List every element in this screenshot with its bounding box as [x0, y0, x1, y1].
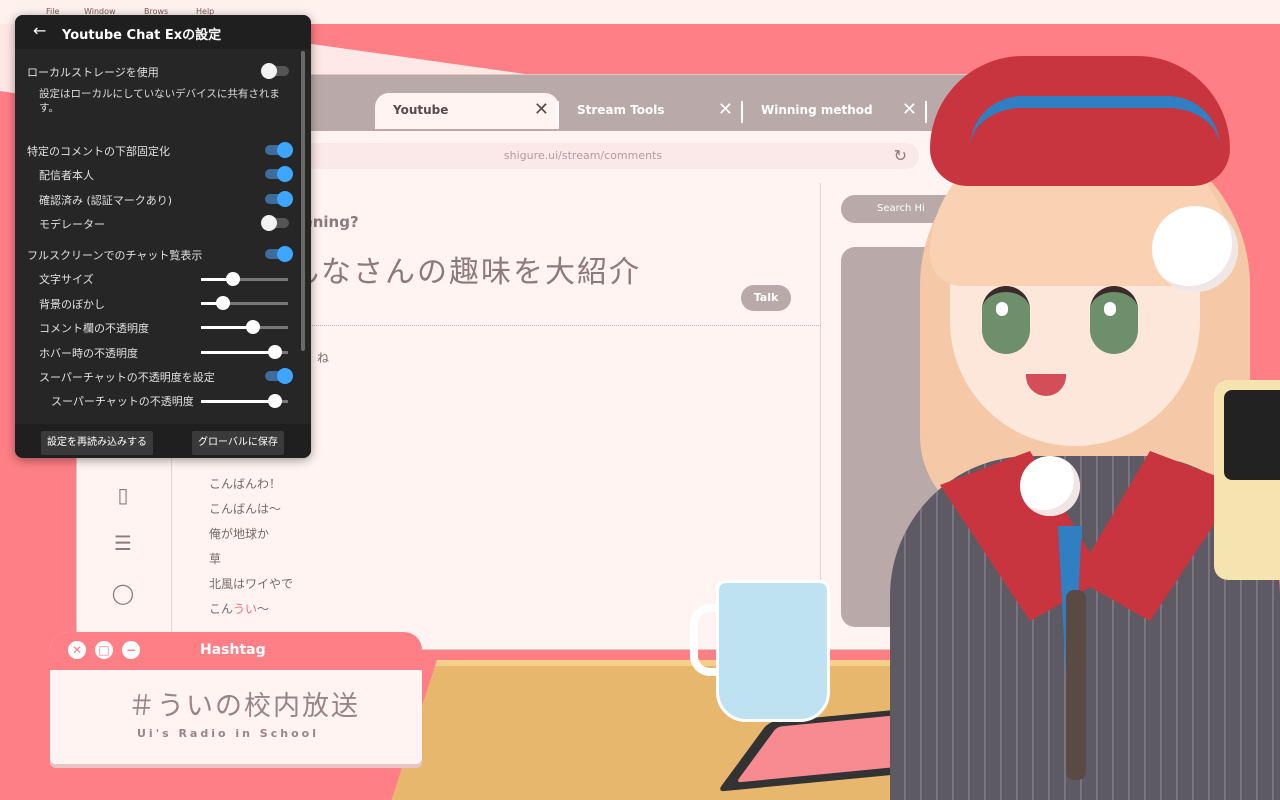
address-bar[interactable]: shigure.ui/stream/comments ↻	[247, 143, 919, 169]
local-storage-description: 設定はローカルにしていないデバイスに共有されます。	[39, 88, 280, 114]
settings-header: ← Youtube Chat Exの設定	[15, 15, 311, 49]
pin-moderator-toggle[interactable]	[261, 215, 289, 231]
superchat-opacity-set-toggle[interactable]	[265, 368, 293, 384]
minimize-icon[interactable]: −	[122, 641, 140, 659]
pin-verified-label: 確認済み (認証マークあり)	[39, 194, 173, 207]
comment-item: ね	[317, 351, 330, 365]
save-global-button[interactable]: グローバルに保存	[192, 431, 284, 455]
microphone-grille	[1224, 390, 1280, 480]
user-icon[interactable]: ◯	[111, 581, 135, 605]
document-icon[interactable]: ☰	[111, 531, 135, 555]
left-eye	[982, 286, 1030, 354]
collar-puff	[1020, 456, 1080, 516]
comment-item: こんうい～	[209, 602, 270, 616]
hashtag-subtitle: Ui's Radio in School	[137, 727, 319, 740]
hashtag-title: Hashtag	[200, 642, 266, 658]
settings-panel: ← Youtube Chat Exの設定 ローカルストレージを使用 設定はローカ…	[15, 15, 311, 458]
pin-comments-toggle[interactable]	[265, 142, 293, 158]
comment-item: 草	[209, 552, 222, 566]
local-storage-label: ローカルストレージを使用	[27, 66, 159, 79]
comment-opacity-slider[interactable]	[201, 320, 288, 334]
comment-item: 俺が地球か	[209, 527, 270, 541]
hover-opacity-label: ホバー時の不透明度	[39, 347, 138, 360]
superchat-opacity-label: スーパーチャットの不透明度	[51, 395, 194, 408]
bg-blur-slider[interactable]	[201, 296, 288, 310]
close-icon[interactable]: ✕	[68, 641, 86, 659]
back-arrow-icon[interactable]: ←	[33, 21, 46, 40]
tab-label: Winning method	[761, 103, 873, 117]
bg-blur-label: 背景のぼかし	[39, 298, 105, 311]
pin-moderator-label: モデレーター	[39, 218, 105, 231]
comment-item: こんばんわ！	[209, 477, 282, 491]
tab-stream-tools[interactable]: Stream Tools ✕	[559, 93, 743, 129]
close-icon[interactable]: ✕	[534, 99, 549, 120]
stream-title: みんなさんの趣味を大紹介	[257, 255, 641, 290]
comment-item: 北風はワイやで	[209, 577, 294, 591]
hashtag-titlebar: ✕ □ − Hashtag	[50, 632, 422, 670]
fullscreen-chat-label: フルスクリーンでのチャット覧表示	[27, 249, 203, 262]
hover-opacity-slider[interactable]	[201, 345, 288, 359]
coffee-mug	[716, 580, 830, 722]
font-size-label: 文字サイズ	[39, 273, 94, 286]
headband	[970, 96, 1220, 148]
hashtag-text: ＃ういの校内放送	[128, 691, 360, 722]
maximize-icon[interactable]: □	[95, 641, 113, 659]
hashtag-window: ✕ □ − Hashtag ＃ういの校内放送 Ui's Radio in Sch…	[50, 632, 422, 764]
fullscreen-chat-toggle[interactable]	[265, 246, 293, 262]
superchat-opacity-slider[interactable]	[201, 394, 288, 408]
superchat-opacity-set-label: スーパーチャットの不透明度を設定	[39, 371, 215, 384]
tab-label: Youtube	[393, 103, 449, 117]
local-storage-toggle[interactable]	[261, 63, 289, 79]
pin-comments-label: 特定のコメントの下部固定化	[27, 145, 170, 158]
settings-title: Youtube Chat Exの設定	[62, 28, 222, 43]
scrollbar[interactable]	[301, 51, 305, 351]
settings-footer: 設定を再読み込みする グローバルに保存	[15, 424, 311, 458]
pin-verified-toggle[interactable]	[265, 191, 293, 207]
comment-opacity-label: コメント欄の不透明度	[39, 322, 149, 335]
stylus-pen	[1066, 590, 1086, 780]
comment-item: こんばんは～	[209, 502, 282, 516]
close-icon[interactable]: ✕	[718, 99, 733, 120]
talk-button[interactable]: Talk	[741, 285, 791, 311]
tab-label: Stream Tools	[577, 103, 665, 117]
tab-youtube[interactable]: Youtube ✕	[375, 93, 559, 129]
earmuff-puff	[1152, 206, 1238, 292]
address-text: shigure.ui/stream/comments	[503, 149, 663, 162]
pin-owner-label: 配信者本人	[39, 169, 94, 182]
bookmark-icon[interactable]: ▯	[111, 483, 135, 507]
reload-settings-button[interactable]: 設定を再読み込みする	[41, 431, 153, 455]
font-size-slider[interactable]	[201, 272, 288, 286]
pin-owner-toggle[interactable]	[265, 166, 293, 182]
right-eye	[1090, 286, 1138, 354]
